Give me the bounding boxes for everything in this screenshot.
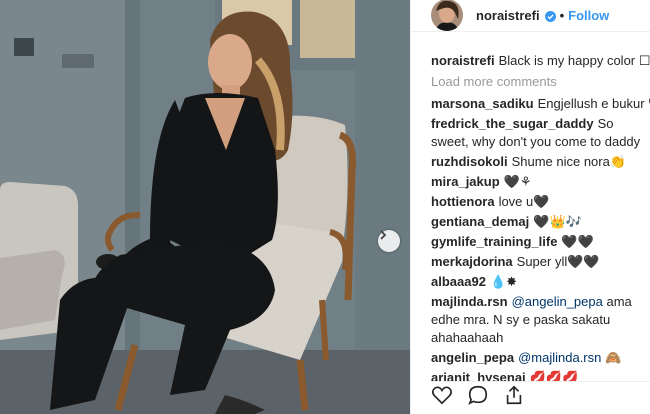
comment-text: 🖤⚘ [503, 174, 532, 189]
comment-username[interactable]: gentiana_demaj [431, 214, 529, 229]
heart-icon[interactable] [431, 384, 453, 409]
avatar[interactable] [431, 0, 463, 31]
comment-icon[interactable] [467, 384, 489, 409]
post-photo[interactable] [0, 0, 410, 414]
comment-item: fredrick_the_sugar_daddy So sweet, why do… [431, 115, 650, 151]
separator-dot: • [559, 8, 565, 23]
load-more-comments-link[interactable]: Load more comments [431, 74, 650, 89]
comment-item: marsona_sadikuEngjellush e bukur 🖤🎵 [431, 95, 650, 113]
comments-list: noraistrefi Black is my happy color ☐ Loa… [431, 52, 650, 389]
comment-username[interactable]: albaaa92 [431, 274, 486, 289]
comment-username[interactable]: gymlife_training_life [431, 234, 557, 249]
comment-username[interactable]: marsona_sadiku [431, 96, 534, 111]
share-icon[interactable] [503, 384, 525, 409]
comment-item: gymlife_training_life 🖤🖤 [431, 233, 650, 251]
comment-item: merkajdorina Super yll🖤🖤 [431, 253, 650, 271]
comment-text: Super yll🖤🖤 [516, 254, 600, 269]
comment-text: 🖤🖤 [561, 234, 594, 249]
comment-text: 🖤👑🎶 [533, 214, 582, 229]
comment-username[interactable]: mira_jakup [431, 174, 500, 189]
comment-item: angelin_pepa @majlinda.rsn 🙈 [431, 349, 650, 367]
caption-text: Black is my happy color ☐ [498, 53, 650, 68]
follow-button[interactable]: Follow [568, 8, 609, 23]
carousel-next-button[interactable] [378, 230, 400, 252]
verified-badge-icon [544, 10, 556, 22]
comment-username[interactable]: fredrick_the_sugar_daddy [431, 116, 594, 131]
comment-text: 🙈 [601, 350, 622, 365]
post-header: noraistrefi • Follow [411, 0, 650, 32]
comment-item: majlinda.rsn @angelin_pepa ama edhe mra. … [431, 293, 650, 347]
comment-item: gentiana_demaj 🖤👑🎶 [431, 213, 650, 231]
caption-username[interactable]: noraistrefi [431, 53, 495, 68]
header-username[interactable]: noraistrefi [476, 8, 540, 23]
comment-username[interactable]: ruzhdisokoli [431, 154, 508, 169]
photo-illustration [0, 0, 410, 414]
post-caption: noraistrefi Black is my happy color ☐ [431, 52, 650, 70]
comment-mention-link[interactable]: @angelin_pepa [512, 294, 603, 309]
comment-username[interactable]: merkajdorina [431, 254, 513, 269]
comment-username[interactable]: angelin_pepa [431, 350, 514, 365]
comment-text: 💧✸ [489, 274, 518, 289]
comment-item: mira_jakup 🖤⚘ [431, 173, 650, 191]
post-actions-bar [431, 381, 650, 411]
comment-text: Shume nice nora👏 [511, 154, 627, 169]
comment-item: ruzhdisokoli Shume nice nora👏 [431, 153, 650, 171]
comment-item: hottienora love u🖤 [431, 193, 650, 211]
comment-username[interactable]: majlinda.rsn [431, 294, 508, 309]
comment-text: Engjellush e bukur 🖤🎵 [537, 96, 650, 111]
comment-text: love u🖤 [498, 194, 550, 209]
comment-username[interactable]: hottienora [431, 194, 495, 209]
comment-item: albaaa92 💧✸ [431, 273, 650, 291]
post-side-panel: noraistrefi • Follow noraistrefi Black is… [410, 0, 650, 414]
comment-mention-link[interactable]: @majlinda.rsn [518, 350, 601, 365]
